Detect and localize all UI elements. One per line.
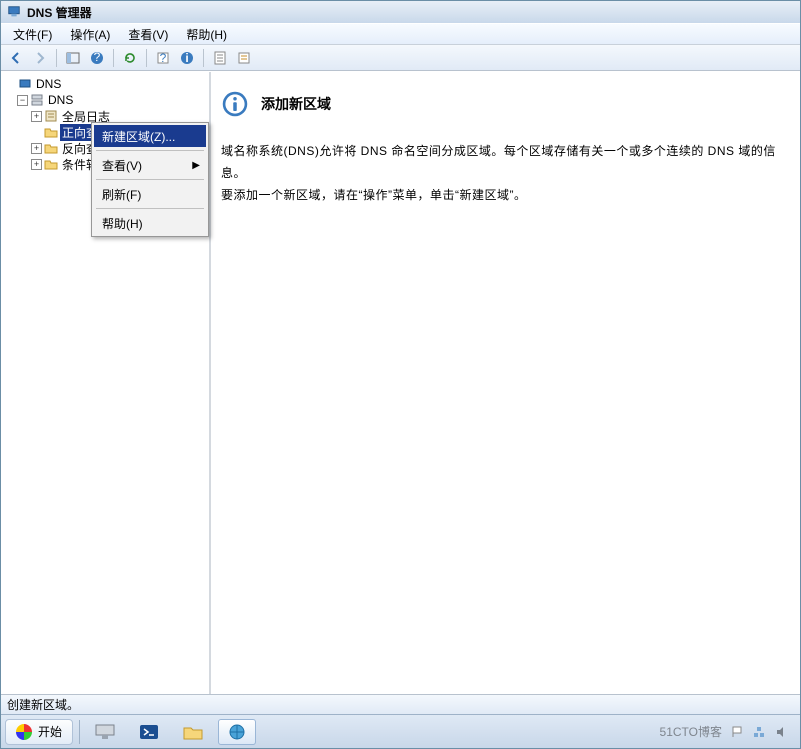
explorer-icon [182,723,204,741]
tray-sound-icon[interactable] [774,725,788,739]
watermark-text: 51CTO博客 [660,723,722,740]
spacer [31,127,42,138]
dns-manager-window: DNS 管理器 文件(F) 操作(A) 查看(V) 帮助(H) ? ? i DN… [0,0,801,749]
ctx-label: 新建区域(Z)... [102,128,175,145]
taskbar: 开始 51CTO博客 [1,714,800,748]
toolbar-separator [56,49,57,67]
main-heading: 添加新区域 [221,90,790,118]
info-button[interactable]: i [176,47,198,69]
ctx-separator [96,150,204,151]
menu-help[interactable]: 帮助(H) [178,24,235,45]
ctx-separator [96,179,204,180]
tray-flag-icon[interactable] [730,725,744,739]
taskbar-server-manager[interactable] [86,719,124,745]
nav-forward-button[interactable] [29,47,51,69]
folder-icon [44,141,58,155]
main-title: 添加新区域 [261,94,331,114]
info-large-icon [221,90,249,118]
tree-panel: DNS − DNS + 全局日志 正向查找区域 + 反向查找区域 [1,72,211,694]
svg-text:?: ? [160,51,167,65]
spacer [5,79,16,90]
ctx-help[interactable]: 帮助(H) [94,212,206,234]
properties-icon [213,51,227,65]
expand-toggle[interactable]: + [31,111,42,122]
tree-label: DNS [46,93,75,107]
titlebar: DNS 管理器 [1,1,800,23]
help-button[interactable]: ? [86,47,108,69]
dns-app-icon [226,723,248,741]
windows-orb-icon [16,724,32,740]
dns-icon [7,5,21,19]
ctx-view[interactable]: 查看(V) ▶ [94,154,206,176]
menubar: 文件(F) 操作(A) 查看(V) 帮助(H) [1,23,800,45]
tree-root-dns[interactable]: DNS [1,76,209,92]
expand-toggle[interactable]: + [31,143,42,154]
main-paragraph-1: 域名称系统(DNS)允许将 DNS 命名空间分成区域。每个区域存储有关一个或多个… [221,140,790,184]
submenu-arrow-icon: ▶ [192,160,200,171]
dns-root-icon [18,77,32,91]
statusbar: 创建新区域。 [1,694,800,714]
ctx-separator [96,208,204,209]
ctx-label: 帮助(H) [102,215,143,232]
main-body: 域名称系统(DNS)允许将 DNS 命名空间分成区域。每个区域存储有关一个或多个… [221,140,790,206]
properties-button[interactable] [209,47,231,69]
arrow-right-icon [33,51,47,65]
expand-toggle[interactable]: + [31,159,42,170]
arrow-left-icon [9,51,23,65]
list-button[interactable] [233,47,255,69]
collapse-toggle[interactable]: − [17,95,28,106]
help-icon: ? [90,51,104,65]
nav-back-button[interactable] [5,47,27,69]
ctx-new-zone[interactable]: 新建区域(Z)... [94,125,206,147]
show-hide-tree-button[interactable] [62,47,84,69]
start-button[interactable]: 开始 [5,719,73,745]
toolbar-separator [146,49,147,67]
main-panel: 添加新区域 域名称系统(DNS)允许将 DNS 命名空间分成区域。每个区域存储有… [211,72,800,694]
context-menu: 新建区域(Z)... 查看(V) ▶ 刷新(F) 帮助(H) [91,122,209,237]
taskbar-explorer[interactable] [174,719,212,745]
start-label: 开始 [38,723,62,740]
server-manager-icon [94,723,116,741]
menu-view[interactable]: 查看(V) [120,24,176,45]
tree-server[interactable]: − DNS [1,92,209,108]
main-paragraph-2: 要添加一个新区域，请在“操作”菜单，单击“新建区域”。 [221,184,790,206]
info-icon: i [180,51,194,65]
svg-text:i: i [185,51,188,65]
list-icon [237,51,251,65]
menu-action[interactable]: 操作(A) [62,24,118,45]
content-area: DNS − DNS + 全局日志 正向查找区域 + 反向查找区域 [1,71,800,694]
ctx-label: 查看(V) [102,157,142,174]
tray-network-icon[interactable] [752,725,766,739]
toolbar: ? ? i [1,45,800,71]
taskbar-dns-manager[interactable] [218,719,256,745]
refresh-icon [123,51,137,65]
help-topics-button[interactable]: ? [152,47,174,69]
panel-icon [66,51,80,65]
refresh-button[interactable] [119,47,141,69]
tree-label: DNS [34,77,63,91]
toolbar-separator [203,49,204,67]
svg-text:?: ? [94,51,101,64]
toolbar-separator [113,49,114,67]
ctx-refresh[interactable]: 刷新(F) [94,183,206,205]
server-icon [30,93,44,107]
system-tray: 51CTO博客 [660,723,796,740]
powershell-icon [138,723,160,741]
window-title: DNS 管理器 [27,4,92,21]
taskbar-powershell[interactable] [130,719,168,745]
menu-file[interactable]: 文件(F) [5,24,60,45]
status-text: 创建新区域。 [7,696,79,713]
folder-icon [44,157,58,171]
ctx-label: 刷新(F) [102,186,141,203]
log-icon [44,109,58,123]
question-icon: ? [156,51,170,65]
taskbar-separator [79,720,80,744]
folder-icon [44,125,58,139]
